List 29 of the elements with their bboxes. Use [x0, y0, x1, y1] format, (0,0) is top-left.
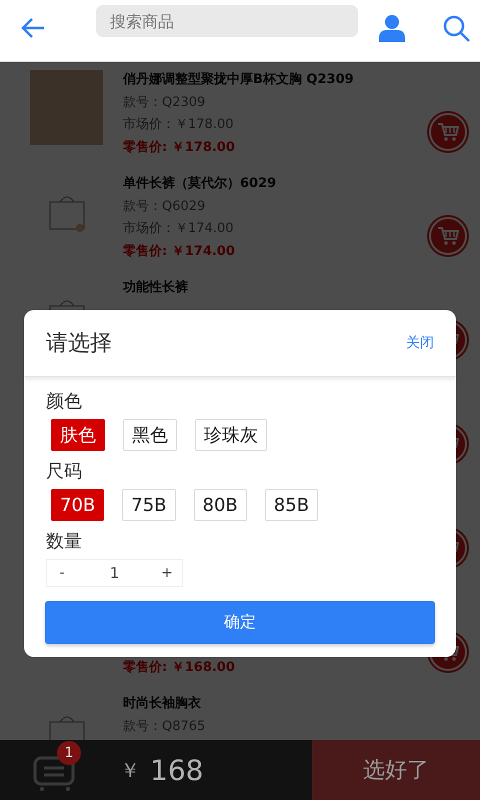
- option-chip[interactable]: 80B: [194, 489, 247, 521]
- option-chip[interactable]: 珍珠灰: [195, 419, 267, 451]
- retail-price: 零售价: ￥168.00: [123, 658, 235, 676]
- option-group-label: 尺码: [46, 460, 83, 484]
- option-chip[interactable]: 85B: [264, 489, 318, 521]
- option-group-label: 颜色: [46, 390, 83, 414]
- quantity-value: 1: [108, 564, 120, 582]
- checkout-button[interactable]: 选好了: [312, 740, 480, 800]
- confirm-button[interactable]: 确定: [45, 601, 435, 644]
- product-title: 俏丹娜调整型聚拢中厚B杯文胸 Q2309: [123, 70, 354, 89]
- total-price: 168: [150, 754, 204, 786]
- search-field[interactable]: 搜索商品: [96, 5, 358, 37]
- retail-price: 零售价: ￥178.00: [123, 138, 235, 156]
- product-title: 功能性长裤: [123, 278, 188, 297]
- user-icon[interactable]: [378, 14, 406, 42]
- retail-price: 零售价: ￥174.00: [123, 242, 235, 260]
- cart-count-badge: 1: [57, 741, 81, 765]
- product-title: 时尚长袖胸衣: [123, 694, 201, 713]
- option-chip[interactable]: 70B: [51, 489, 104, 521]
- close-link[interactable]: 关闭: [406, 334, 434, 352]
- back-arrow-icon[interactable]: [20, 16, 46, 40]
- search-icon[interactable]: [442, 14, 470, 42]
- quantity-label: 数量: [46, 530, 83, 554]
- currency-symbol: ￥: [120, 756, 140, 784]
- product-title: 单件长裤（莫代尔）6029: [123, 174, 276, 193]
- option-chip[interactable]: 肤色: [51, 419, 105, 451]
- option-chip[interactable]: 黑色: [123, 419, 177, 451]
- dialog-title: 请选择: [46, 330, 112, 358]
- option-chip[interactable]: 75B: [122, 489, 176, 521]
